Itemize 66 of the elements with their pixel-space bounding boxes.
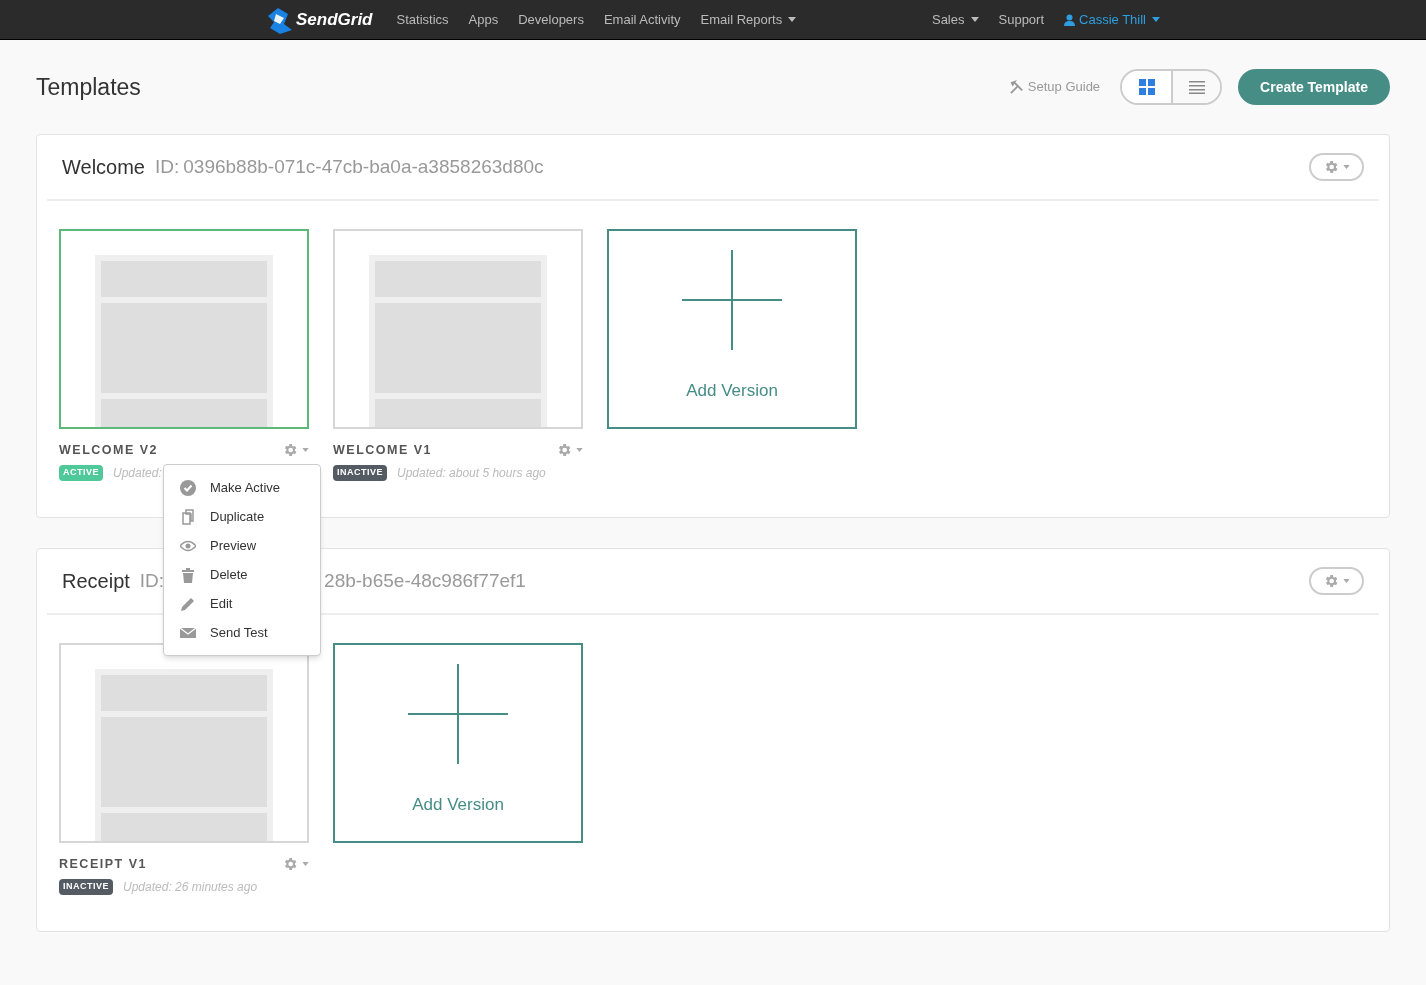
caret-icon (302, 862, 309, 867)
check-circle-icon (180, 479, 196, 496)
brand-name[interactable]: SendGrid (296, 6, 373, 33)
settings-button[interactable] (282, 442, 309, 459)
status-badge: INACTIVE (59, 879, 113, 895)
add-version-button[interactable]: Add Version (333, 643, 583, 843)
nav-link[interactable]: Email Reports (700, 9, 797, 30)
template-name: Welcome (62, 155, 145, 180)
template-thumbnail[interactable] (333, 229, 583, 429)
template-thumbnail[interactable] (59, 643, 309, 843)
caret-icon (1343, 579, 1350, 583)
status-badge: INACTIVE (333, 465, 387, 481)
panel-settings[interactable] (1309, 153, 1364, 181)
settings-icon (556, 442, 572, 459)
updated-text: Updated: about 5 hours ago (397, 464, 546, 482)
nav-link[interactable]: Apps (468, 9, 499, 30)
caret-icon (1343, 165, 1350, 169)
template-id: 28b-b65e-48c986f77ef1 (324, 568, 526, 593)
copy-icon (180, 508, 196, 525)
nav-link[interactable]: Support (998, 9, 1045, 30)
menu-item[interactable]: Make Active (164, 473, 320, 502)
plus-icon (408, 663, 508, 764)
user-menu[interactable]: Cassie Thill (1064, 9, 1160, 30)
list-icon (1188, 80, 1205, 94)
settings-button[interactable] (1323, 159, 1350, 175)
add-version-button[interactable]: Add Version (607, 229, 857, 429)
grid-icon (1138, 79, 1155, 95)
tools-icon (1008, 79, 1024, 95)
user-icon (1064, 13, 1076, 26)
template-thumbnail[interactable] (59, 229, 309, 429)
settings-icon (1323, 573, 1339, 589)
settings-button[interactable] (1323, 573, 1350, 589)
list-view-button[interactable] (1171, 71, 1221, 103)
version-name: RECEIPT V1 (59, 856, 147, 873)
menu-item[interactable]: Duplicate (164, 502, 320, 531)
nav-link[interactable]: Email Activity (603, 9, 681, 30)
settings-button[interactable] (556, 442, 583, 459)
menu-item[interactable]: Delete (164, 560, 320, 589)
panel-settings[interactable] (1309, 567, 1364, 595)
template-id: 0396b88b-071c-47cb-ba0a-a3858263d80c (183, 154, 544, 179)
plus-icon (682, 249, 782, 350)
settings-button[interactable] (282, 856, 309, 873)
create-template-button[interactable]: Create Template (1238, 69, 1390, 105)
updated-text: Updated: 26 minutes ago (123, 878, 258, 896)
page-title: Templates (36, 72, 141, 102)
status-badge: ACTIVE (59, 465, 103, 481)
nav-link[interactable]: Developers (518, 9, 584, 30)
id-label: ID: (155, 154, 180, 179)
settings-icon (282, 856, 298, 873)
caret-icon (576, 448, 583, 453)
settings-icon (1323, 159, 1339, 175)
settings-icon (282, 442, 298, 459)
pencil-icon (180, 595, 196, 612)
id-label: ID: (139, 568, 165, 593)
trash-icon (180, 566, 196, 583)
menu-item[interactable]: Send Test (164, 618, 320, 647)
menu-item[interactable]: Preview (164, 531, 320, 560)
version-name: WELCOME V1 (333, 442, 433, 459)
version-name: WELCOME V2 (59, 442, 159, 459)
updated-text: Updated: (113, 464, 162, 482)
nav-link[interactable]: Sales (931, 9, 979, 30)
template-name: Receipt (62, 569, 130, 594)
nav-link[interactable]: Statistics (396, 9, 449, 30)
menu-item[interactable]: Edit (164, 589, 320, 618)
grid-view-button[interactable] (1122, 71, 1172, 103)
caret-icon (302, 448, 309, 453)
